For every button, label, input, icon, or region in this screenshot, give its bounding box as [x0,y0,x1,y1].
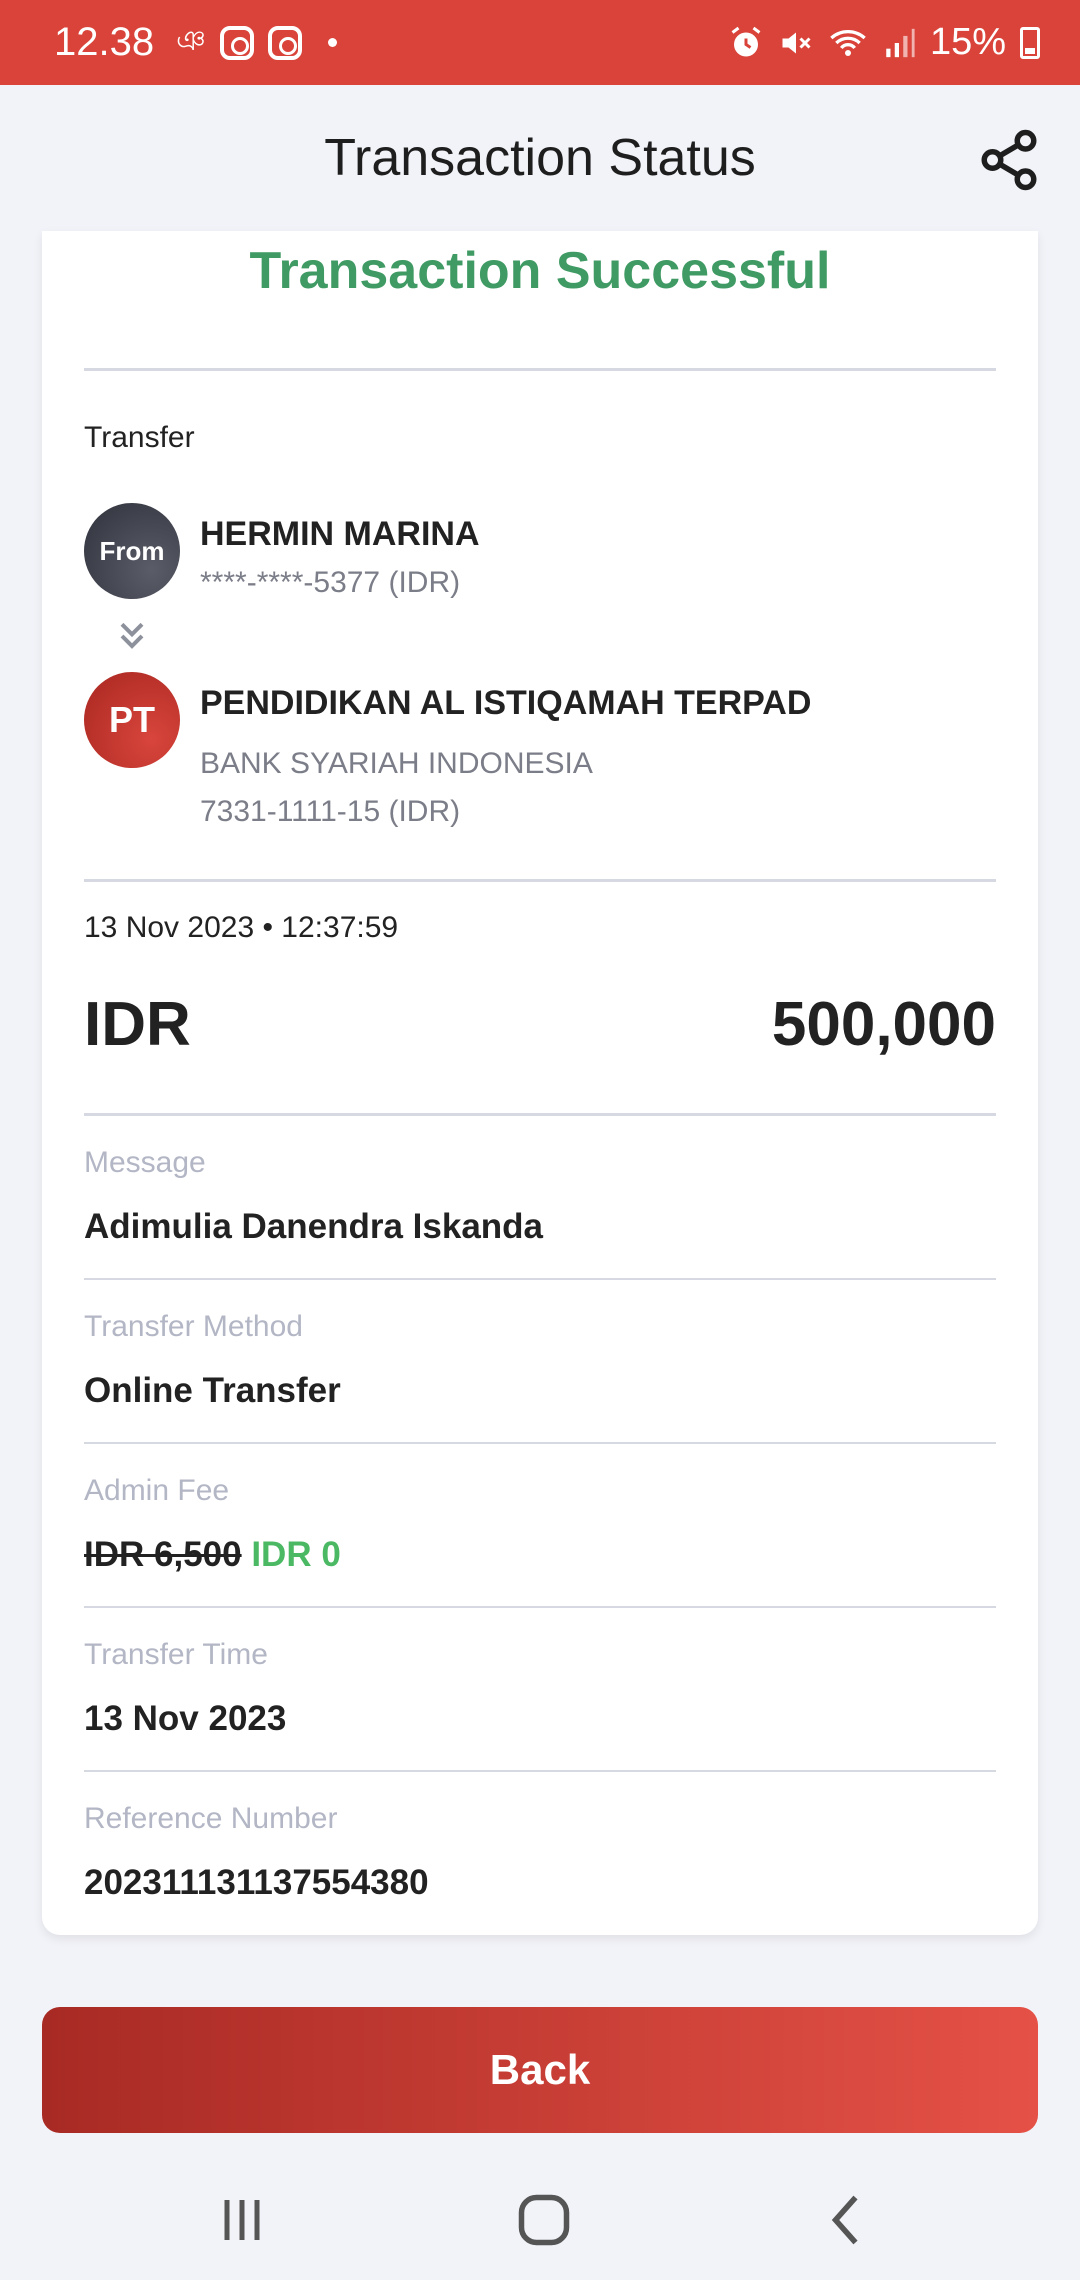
recipient-name: PENDIDIKAN AL ISTIQAMAH TERPAD [200,684,812,722]
instagram-icon [267,25,302,60]
sender-avatar: From [84,503,180,599]
battery-percent: 15% [929,21,1006,63]
double-chevron-down-icon [120,622,144,649]
divider [84,1113,996,1116]
transfer-method-value: Online Transfer [84,1371,341,1410]
admin-fee-label: Admin Fee [84,1474,230,1507]
system-nav-bar [0,2150,1080,2280]
admin-fee-original: IDR 6,500 [84,1535,242,1574]
mute-icon [782,32,811,53]
status-time: 12.38 [54,20,155,64]
divider [84,1442,996,1444]
divider [84,1770,996,1772]
divider [84,879,996,882]
cell-signal-icon [886,28,915,57]
wifi-icon [830,29,866,56]
page-title: Transaction Status [324,129,756,187]
amount-value: 500,000 [771,990,996,1059]
share-icon[interactable] [976,127,1042,193]
home-icon[interactable] [514,2190,574,2250]
instagram-icon [219,25,254,60]
sender-account: ****-****-5377 (IDR) [200,566,461,599]
transaction-type: Transfer [84,421,195,454]
reference-number-value: 20231113113755438​0 [84,1863,429,1902]
message-value: Adimulia Danendra Iskanda [84,1207,544,1246]
transfer-method-label: Transfer Method [84,1310,303,1343]
reference-number-label: Reference Number [84,1802,338,1835]
divider [84,368,996,371]
divider [84,1606,996,1608]
transaction-status-headline: Transaction Successful [249,242,831,300]
transfer-time-label: Transfer Time [84,1638,268,1671]
transfer-time-value: 13 Nov 2023 [84,1699,287,1738]
transaction-datetime: 13 Nov 2023 • 12:37:59 [84,911,399,944]
recent-apps-icon[interactable] [212,2190,272,2250]
alarm-icon [731,26,761,56]
sender-name: HERMIN MARINA [200,515,480,553]
admin-fee-discounted: IDR 0 [251,1535,341,1574]
recipient-account: 7331-1111-15 (IDR) [200,795,461,828]
status-bar: 12.38 ঞ 15% [0,0,1080,85]
message-label: Message [84,1146,206,1179]
signal-text-icon: ঞ [176,25,206,56]
admin-fee-value: IDR 6,500 IDR 0 [84,1535,341,1575]
recipient-bank: BANK SYARIAH INDONESIA [200,747,593,780]
recipient-avatar: PT [84,672,180,768]
status-icons: 15% [728,21,1040,64]
back-icon[interactable] [818,2190,878,2250]
back-button[interactable]: Back [42,2007,1038,2133]
receipt-card: Transaction Successful Transfer From HER… [42,231,1038,1935]
app-header: Transaction Status [0,85,1080,231]
amount-currency: IDR [84,990,191,1059]
dot-icon [327,38,337,47]
battery-icon [1020,26,1040,59]
divider [84,1278,996,1280]
